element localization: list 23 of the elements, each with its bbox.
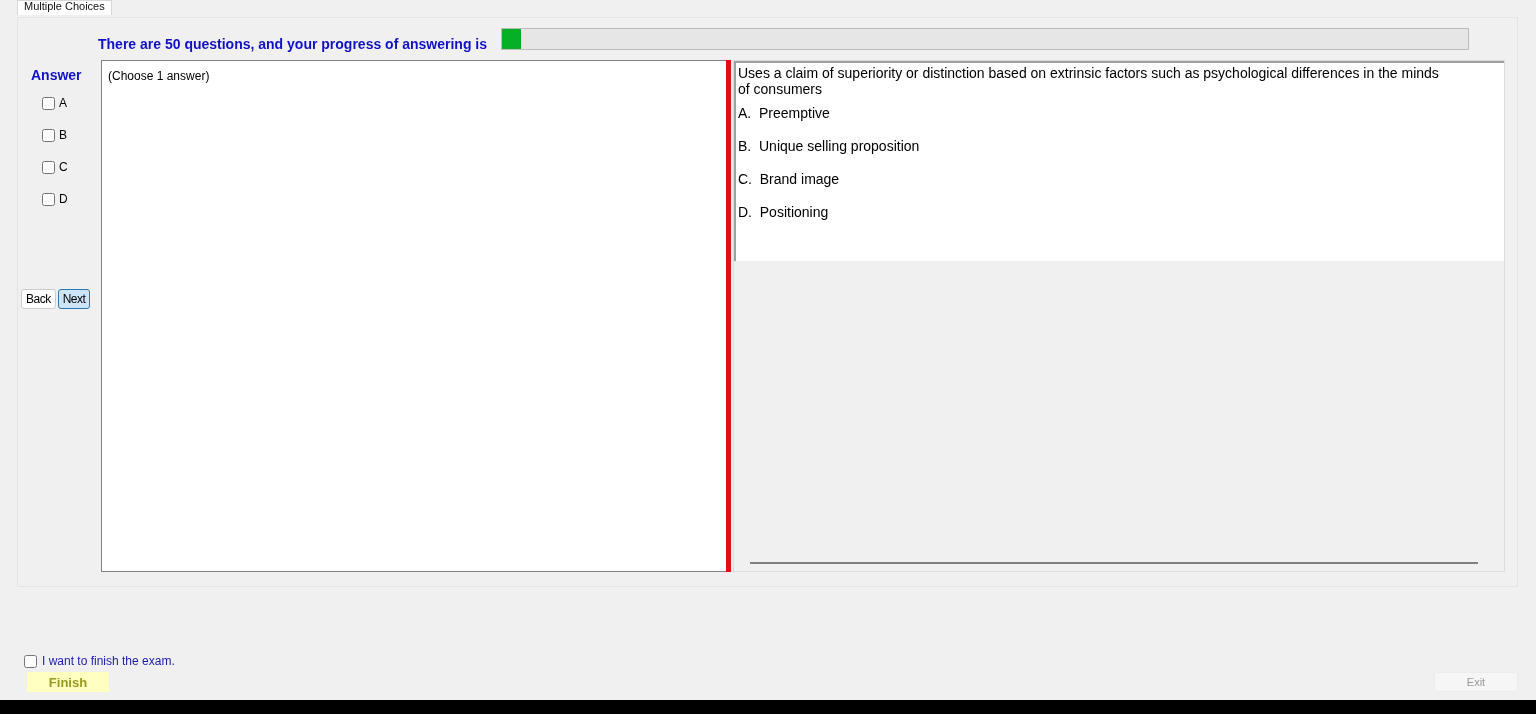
finish-checkbox[interactable] (24, 654, 37, 668)
progress-heading: There are 50 questions, and your progress of answering is (98, 36, 487, 52)
option-text: C. Brand image (738, 171, 841, 187)
answer-letter: D (59, 192, 68, 206)
tab[interactable]: Multiple Choices (17, 0, 112, 15)
answer-checkbox[interactable] (42, 160, 55, 174)
option-text: A. Preemptive (738, 105, 831, 121)
answer-label: Answer (31, 67, 82, 83)
answer-checkbox[interactable] (42, 192, 55, 206)
question-text: Uses a claim of superiority or distinction based on extrinsic factors such as psychological differences in the minds of consumers (738, 65, 1440, 97)
answer-checkbox[interactable] (42, 128, 55, 142)
nav-button[interactable]: Next (57, 289, 91, 309)
option-text: B. Unique selling proposition (738, 138, 921, 154)
scrollbar[interactable] (750, 562, 1478, 564)
option-text: D. Positioning (738, 204, 830, 220)
answer-letter: C (59, 160, 68, 174)
nav-button[interactable]: Back (21, 289, 56, 309)
answer-hint: (Choose 1 answer) (108, 69, 210, 83)
answer-letter: A (59, 96, 67, 110)
answer-box[interactable]: (Choose 1 answer) (101, 60, 726, 572)
answer-checkbox[interactable] (42, 96, 55, 110)
finish-confirm-label: I want to finish the exam. (42, 654, 175, 668)
answer-letter: B (59, 128, 67, 142)
